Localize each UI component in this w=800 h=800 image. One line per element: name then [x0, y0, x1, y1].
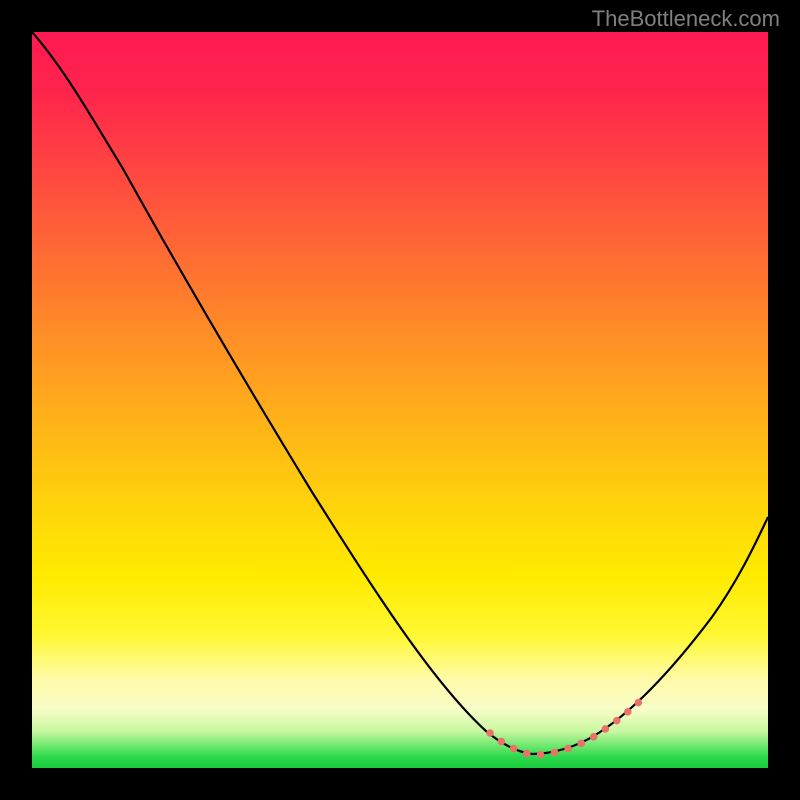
bottleneck-curve [32, 32, 768, 754]
optimal-zone-dotted [490, 702, 639, 755]
chart-area [32, 32, 768, 768]
chart-svg [32, 32, 768, 768]
attribution-text: TheBottleneck.com [592, 6, 780, 32]
